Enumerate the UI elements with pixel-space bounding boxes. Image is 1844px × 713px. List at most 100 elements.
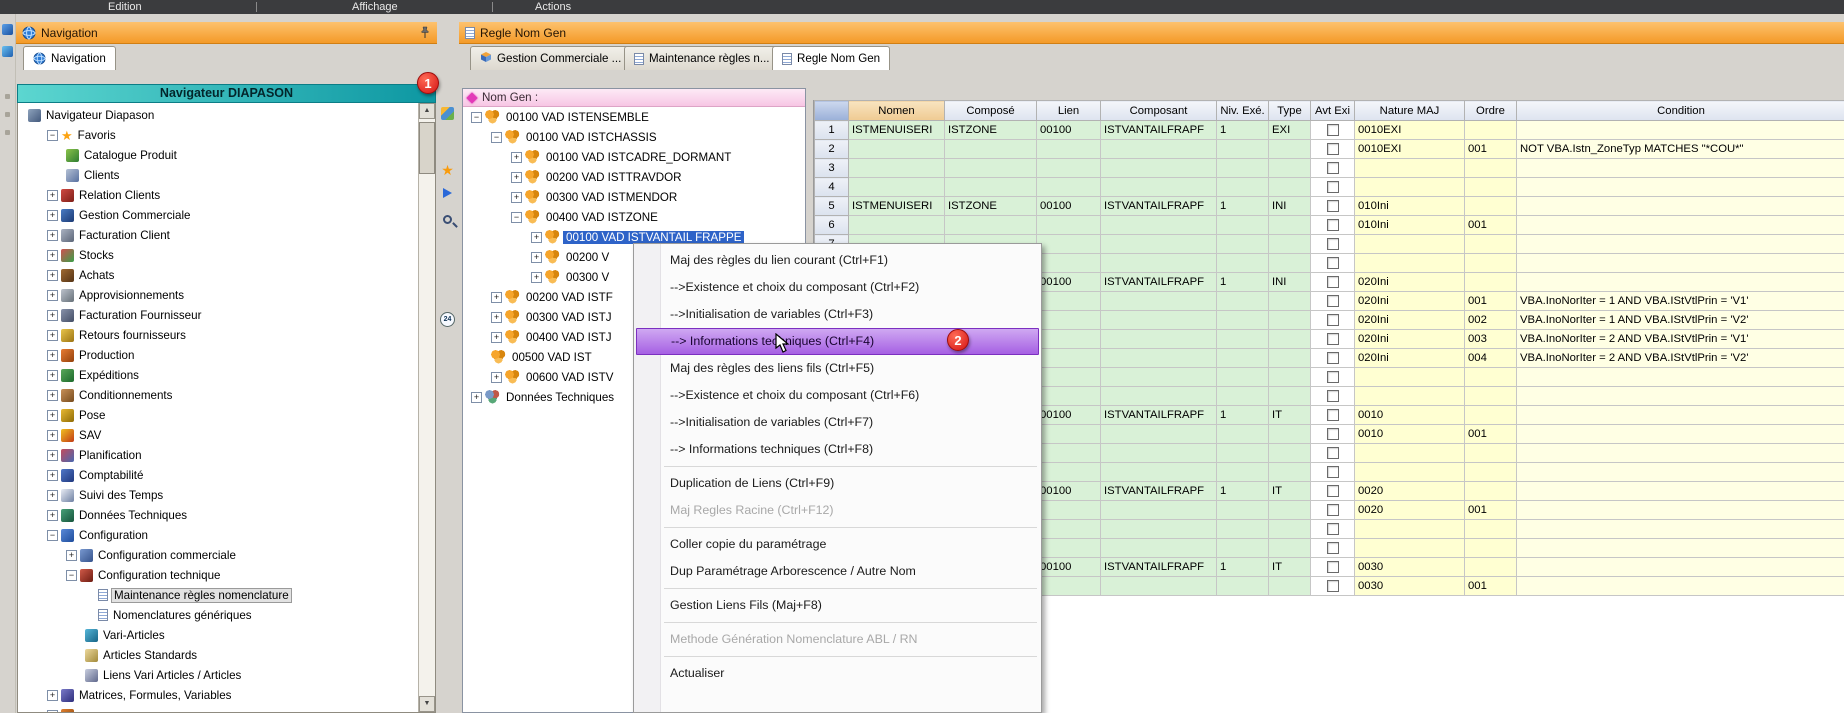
cell[interactable]: [1355, 520, 1465, 539]
menu-item-coller-copie-du-parametrage[interactable]: Coller copie du paramétrage: [634, 531, 1041, 558]
cell[interactable]: 003: [1465, 330, 1517, 349]
cell[interactable]: 1: [1217, 273, 1269, 292]
cell[interactable]: 00100: [1037, 406, 1101, 425]
cell[interactable]: [1101, 520, 1217, 539]
cell[interactable]: [1355, 178, 1465, 197]
cell[interactable]: [1311, 216, 1355, 235]
column-header-compose[interactable]: Composé: [945, 101, 1037, 121]
cell[interactable]: [1101, 349, 1217, 368]
expand-toggle-icon[interactable]: +: [47, 230, 58, 241]
cell[interactable]: [1465, 368, 1517, 387]
cell[interactable]: VBA.InoNorIter = 1 AND VBA.IStVtlPrin = …: [1517, 292, 1844, 311]
expand-toggle-icon[interactable]: +: [47, 410, 58, 421]
column-header-condition[interactable]: Condition: [1517, 101, 1844, 121]
column-header-avt-exi[interactable]: Avt Exi: [1311, 101, 1355, 121]
cell[interactable]: EXI: [1269, 121, 1311, 140]
cell[interactable]: [1311, 273, 1355, 292]
cell[interactable]: ISTMENUISERI: [849, 197, 945, 216]
cell[interactable]: 001: [1465, 425, 1517, 444]
expand-toggle-icon[interactable]: −: [491, 132, 502, 143]
cell[interactable]: [1465, 444, 1517, 463]
cell[interactable]: [849, 178, 945, 197]
cell[interactable]: [1465, 558, 1517, 577]
cell[interactable]: [1517, 444, 1844, 463]
expand-toggle-icon[interactable]: +: [471, 392, 482, 403]
cell[interactable]: [1311, 254, 1355, 273]
cell[interactable]: IT: [1269, 482, 1311, 501]
expand-toggle-icon[interactable]: +: [47, 210, 58, 221]
cell[interactable]: [1037, 444, 1101, 463]
scrollbar[interactable]: ▲ ▼: [418, 103, 435, 712]
cell[interactable]: 1: [1217, 482, 1269, 501]
cell[interactable]: [1311, 558, 1355, 577]
navigation-panel-titlebar[interactable]: Navigation: [16, 22, 437, 44]
clock-tool-button[interactable]: 24: [438, 310, 457, 329]
cell[interactable]: [1517, 406, 1844, 425]
cell[interactable]: ISTZONE: [945, 197, 1037, 216]
cell[interactable]: [1217, 577, 1269, 596]
cell[interactable]: 1: [1217, 406, 1269, 425]
cell[interactable]: [1465, 254, 1517, 273]
cell[interactable]: [1465, 387, 1517, 406]
cell[interactable]: [1269, 463, 1311, 482]
scroll-up-icon[interactable]: ▲: [419, 103, 435, 119]
checkbox[interactable]: [1327, 504, 1339, 516]
cell[interactable]: 004: [1465, 349, 1517, 368]
menu-item-dup-parametrage-arborescence-autre-nom[interactable]: Dup Paramétrage Arborescence / Autre Nom: [634, 558, 1041, 585]
menu-item-gestion-liens-fils-maj-f8[interactable]: Gestion Liens Fils (Maj+F8): [634, 592, 1041, 619]
cell[interactable]: [1517, 159, 1844, 178]
menu-item-actualiser[interactable]: Actualiser: [634, 660, 1041, 687]
checkbox[interactable]: [1327, 333, 1339, 345]
menubar-item-affichage[interactable]: Affichage: [352, 0, 398, 14]
cell[interactable]: [1037, 216, 1101, 235]
cell[interactable]: [1355, 463, 1465, 482]
cell[interactable]: IT: [1269, 558, 1311, 577]
checkbox[interactable]: [1327, 143, 1339, 155]
cell[interactable]: [1037, 520, 1101, 539]
sidebar-item-expeditions[interactable]: +Expéditions: [18, 365, 418, 385]
cell[interactable]: 0020: [1355, 482, 1465, 501]
cell[interactable]: ISTVANTAILFRAPF: [1101, 406, 1217, 425]
cell[interactable]: 020Ini: [1355, 349, 1465, 368]
cell[interactable]: [1311, 311, 1355, 330]
cell[interactable]: [1037, 387, 1101, 406]
cell[interactable]: [1217, 444, 1269, 463]
cell[interactable]: 1: [1217, 558, 1269, 577]
sidebar-item-conditionnements[interactable]: +Conditionnements: [18, 385, 418, 405]
cell[interactable]: [1037, 140, 1101, 159]
cell[interactable]: [1311, 349, 1355, 368]
expand-toggle-icon[interactable]: +: [47, 430, 58, 441]
cell[interactable]: [1101, 216, 1217, 235]
cell[interactable]: [1217, 501, 1269, 520]
cell[interactable]: [1465, 406, 1517, 425]
cell[interactable]: [1517, 235, 1844, 254]
cell[interactable]: 020Ini: [1355, 311, 1465, 330]
cell[interactable]: [1269, 254, 1311, 273]
cell[interactable]: [1517, 501, 1844, 520]
cell[interactable]: [1217, 140, 1269, 159]
sidebar-item-vari-articles[interactable]: Vari-Articles: [18, 625, 418, 645]
cell[interactable]: [1311, 387, 1355, 406]
docked-panel-icon[interactable]: [2, 46, 13, 57]
menubar-item-actions[interactable]: Actions: [535, 0, 571, 14]
cell[interactable]: 001: [1465, 501, 1517, 520]
expand-toggle-icon[interactable]: +: [511, 192, 522, 203]
sidebar-item-production[interactable]: +Production: [18, 345, 418, 365]
cell[interactable]: ISTVANTAILFRAPF: [1101, 121, 1217, 140]
menu-item-existence-et-choix-du-composant-ctrl-f2[interactable]: -->Existence et choix du composant (Ctrl…: [634, 274, 1041, 301]
tree-item-00200-vad-isttravdor[interactable]: +00200 VAD ISTTRAVDOR: [463, 167, 805, 187]
checkbox[interactable]: [1327, 466, 1339, 478]
tab-gestion-commerciale[interactable]: Gestion Commerciale ...: [470, 46, 631, 70]
cell[interactable]: [1465, 159, 1517, 178]
cell[interactable]: [1037, 178, 1101, 197]
cell[interactable]: [1037, 425, 1101, 444]
expand-toggle-icon[interactable]: +: [531, 252, 542, 263]
cell[interactable]: [1311, 463, 1355, 482]
cell[interactable]: [1101, 178, 1217, 197]
cell[interactable]: 001: [1465, 140, 1517, 159]
sidebar-item-catalogue-produit[interactable]: Catalogue Produit: [18, 145, 418, 165]
cell[interactable]: [945, 178, 1037, 197]
cell[interactable]: VBA.InoNorIter = 2 AND VBA.IStVtlPrin = …: [1517, 349, 1844, 368]
cell[interactable]: [1517, 216, 1844, 235]
cell[interactable]: [1037, 577, 1101, 596]
